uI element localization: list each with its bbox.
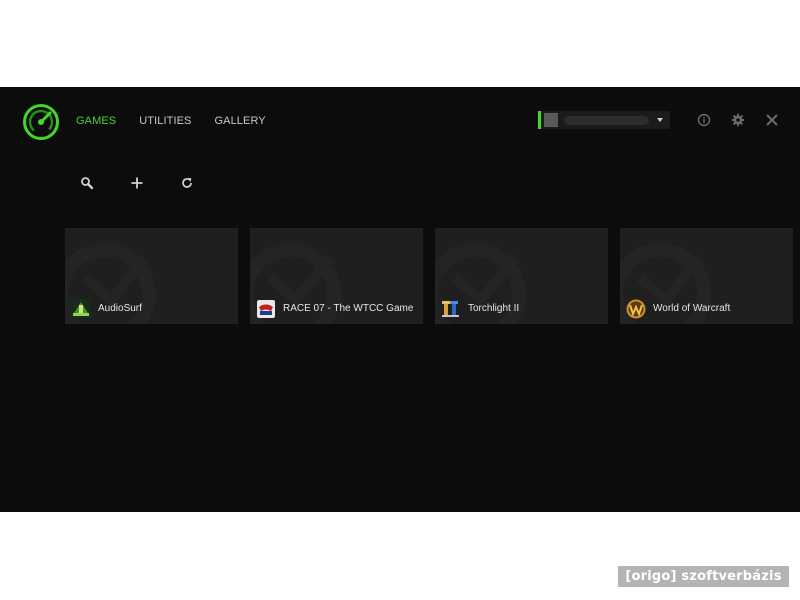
main-nav: GAMES UTILITIES GALLERY [76, 115, 289, 127]
refresh-icon[interactable] [180, 176, 194, 190]
app-window: GAMES UTILITIES GALLERY AudioSurf RACE 0… [0, 87, 800, 512]
plus-icon[interactable] [130, 176, 144, 190]
chevron-down-icon [657, 118, 663, 122]
close-icon[interactable] [765, 113, 779, 127]
avatar [544, 113, 558, 127]
tab-games[interactable]: GAMES [76, 115, 116, 127]
info-icon[interactable] [697, 113, 711, 127]
account-accent-bar [538, 111, 541, 129]
tab-gallery[interactable]: GALLERY [214, 115, 265, 127]
origo-watermark: [origo] szoftverbázis [618, 566, 789, 587]
account-name [564, 115, 649, 125]
game-name: World of Warcraft [653, 303, 731, 314]
audiosurf-icon [71, 299, 91, 319]
game-tile-audiosurf[interactable]: AudioSurf [65, 228, 238, 324]
race07-icon [257, 300, 275, 318]
wow-icon [626, 299, 646, 319]
torchlight-icon [442, 301, 459, 317]
tab-utilities[interactable]: UTILITIES [139, 115, 191, 127]
razer-cortex-logo-icon[interactable] [23, 104, 59, 140]
search-icon[interactable] [80, 176, 94, 190]
game-tile-torchlight[interactable]: Torchlight II [435, 228, 608, 324]
game-tile-race07[interactable]: RACE 07 - The WTCC Game [250, 228, 423, 324]
game-name: AudioSurf [98, 303, 142, 314]
gear-icon[interactable] [731, 113, 745, 127]
game-name: Torchlight II [468, 303, 520, 314]
account-dropdown[interactable] [538, 111, 670, 129]
game-tile-world-of-warcraft[interactable]: World of Warcraft [620, 228, 793, 324]
game-name: RACE 07 - The WTCC Game [283, 303, 414, 314]
